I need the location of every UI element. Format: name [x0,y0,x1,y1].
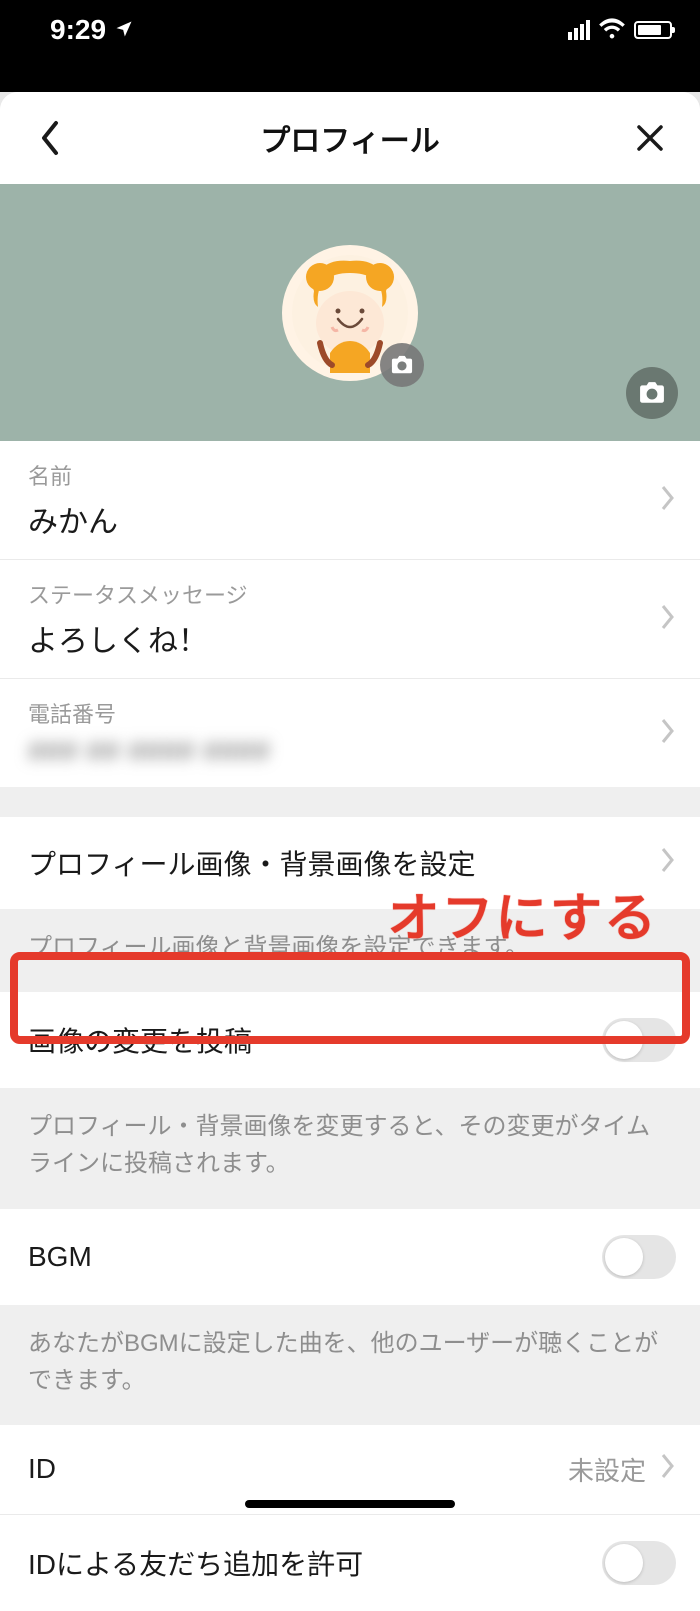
name-label: 名前 [28,459,660,491]
section-gap [0,787,700,817]
id-allow-toggle[interactable] [602,1541,676,1585]
device-status-area: 9:29 [0,0,700,92]
status-message-label: ステータスメッセージ [28,578,660,610]
battery-icon [634,21,672,39]
phone-row[interactable]: 電話番号 ### ## #### #### [0,679,700,787]
cellular-signal-icon [568,20,590,40]
id-allow-label: IDによる友だち追加を許可 [28,1543,363,1583]
bgm-label: BGM [28,1241,92,1273]
profile-fields-section: 名前 みかん ステータスメッセージ よろしくね！ 電話番号 ### ## ###… [0,441,700,787]
status-message-value: よろしくね！ [28,616,660,660]
bgm-row: BGM [0,1209,700,1305]
status-left: 9:29 [50,14,134,46]
profile-sheet: プロフィール [0,92,700,1611]
id-label: ID [28,1453,56,1485]
id-value: 未設定 [568,1451,646,1488]
phone-label: 電話番号 [28,697,660,729]
post-image-change-hint: プロフィール・背景画像を変更すると、その変更がタイムラインに投稿されます。 [0,1088,700,1208]
status-right [568,17,672,44]
bgm-toggle[interactable] [602,1235,676,1279]
status-message-row[interactable]: ステータスメッセージ よろしくね！ [0,560,700,679]
back-button[interactable] [30,118,70,158]
home-indicator[interactable] [245,1500,455,1508]
location-arrow-icon [114,14,134,46]
chevron-right-icon [660,1452,676,1487]
page-title: プロフィール [260,116,439,160]
id-allow-row: IDによる友だち追加を許可 [0,1515,700,1611]
name-value: みかん [28,497,660,541]
phone-value: ### ## #### #### [28,735,660,769]
chevron-right-icon [660,717,676,750]
status-time: 9:29 [50,14,106,46]
close-button[interactable] [630,118,670,158]
chevron-right-icon [660,603,676,636]
cover-camera-button[interactable] [626,367,678,419]
wifi-icon [598,17,626,44]
annotation-highlight-box [10,952,690,1044]
status-bar: 9:29 [0,0,700,50]
name-row[interactable]: 名前 みかん [0,441,700,560]
nav-header: プロフィール [0,92,700,184]
avatar-container[interactable] [282,245,418,381]
avatar-camera-button[interactable] [380,343,424,387]
bgm-hint: あなたがBGMに設定した曲を、他のユーザーが聴くことができます。 [0,1305,700,1425]
annotation-text: オフにする [387,876,658,951]
profile-cover [0,184,700,441]
chevron-right-icon [660,846,676,881]
chevron-right-icon [660,484,676,517]
